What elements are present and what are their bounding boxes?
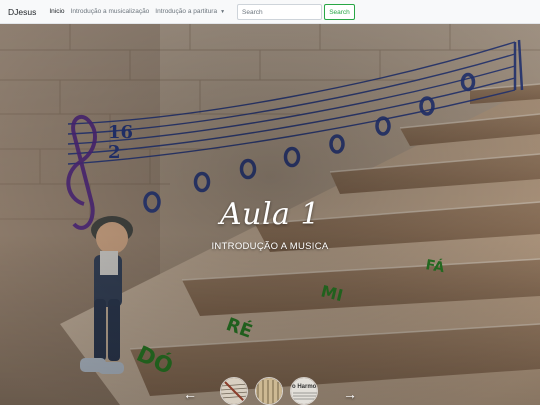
search-input[interactable] xyxy=(237,4,322,20)
brand-logo[interactable]: DJesus xyxy=(8,7,36,17)
staff-thumb-icon xyxy=(256,378,282,404)
harmony-thumb-icon: o Harmo xyxy=(291,378,317,404)
thumbnail-harmonia-text: o Harmo xyxy=(292,384,317,390)
nav-dropdown-label: Introdução a partitura xyxy=(155,8,218,15)
caret-down-icon: ▼ xyxy=(220,8,226,15)
indicator-thumbnail-1[interactable] xyxy=(220,377,248,405)
carousel-prev-button[interactable]: ← xyxy=(178,384,202,404)
hero-carousel: DÓ RÉ MI FÁ 16 2 xyxy=(0,24,540,405)
sheet-music-thumb-icon xyxy=(221,378,247,404)
indicator-thumbnail-3[interactable]: o Harmo xyxy=(290,377,318,405)
navbar: DJesus Inicio Introdução a musicalização… xyxy=(0,0,540,24)
slide-title: Aula 1 xyxy=(219,197,321,232)
carousel-indicators: o Harmo xyxy=(220,377,324,405)
carousel-next-button[interactable]: → xyxy=(338,384,362,404)
nav-link-musicalizacao[interactable]: Introdução a musicalização xyxy=(71,8,150,15)
search-button[interactable]: Search xyxy=(324,4,355,20)
arrow-right-icon: → xyxy=(343,386,357,402)
slide-subtitle: INTRODUÇÃO A MUSICA xyxy=(211,241,329,252)
arrow-left-icon: ← xyxy=(183,386,197,402)
indicator-thumbnail-2[interactable] xyxy=(255,377,283,405)
nav-link-inicio[interactable]: Inicio xyxy=(49,8,64,15)
nav-dropdown-partitura[interactable]: Introdução a partitura ▼ xyxy=(155,8,225,15)
